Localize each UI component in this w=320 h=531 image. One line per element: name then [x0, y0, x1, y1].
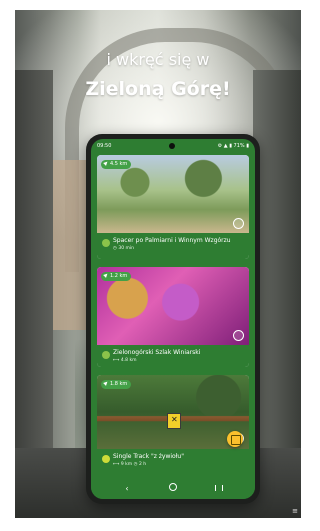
distance-badge: 1.8 km: [101, 380, 132, 389]
category-icon: [102, 351, 110, 359]
system-nav-bar: ‹: [91, 479, 255, 499]
distance-badge: 4.5 km: [101, 160, 132, 169]
route-info: Zielonogórski Szlak Winiarski ⟷ 4.8 km: [97, 345, 249, 367]
trail-sign: ✕: [167, 413, 181, 429]
route-title: Single Track "z żywiołu": [113, 453, 184, 460]
navigation-arrow-icon: [103, 160, 109, 166]
tagline-line1: i wkręć się w: [106, 50, 210, 69]
home-icon: [169, 483, 177, 491]
phone-screen: 09:50 ⚙ ▲ ▮ 71% ▮ 4.5 km Spacer po Palmi…: [91, 139, 255, 499]
distance-badge: 1.2 km: [101, 272, 132, 281]
route-title: Zielonogórski Szlak Winiarski: [113, 349, 201, 356]
back-button[interactable]: ‹: [121, 483, 133, 495]
favorite-heart-icon[interactable]: [233, 218, 244, 229]
route-card[interactable]: 1.2 km Zielonogórski Szlak Winiarski ⟷ 4…: [97, 267, 249, 367]
route-card[interactable]: 4.5 km Spacer po Palmiarni i Winnym Wzgó…: [97, 155, 249, 259]
route-title: Spacer po Palmiarni i Winnym Wzgórzu: [113, 237, 231, 244]
map-button[interactable]: [227, 431, 243, 447]
camera-hole: [169, 143, 175, 149]
recents-button[interactable]: [213, 483, 225, 495]
favorite-heart-icon[interactable]: [233, 330, 244, 341]
status-time: 09:50: [97, 143, 112, 149]
category-icon: [102, 455, 110, 463]
promo-background: i wkręć się w Zieloną Górę! 09:50 ⚙ ▲ ▮ …: [15, 10, 301, 518]
corner-brand-mark: ≡: [292, 507, 298, 515]
map-icon: [231, 435, 241, 445]
phone-mockup: 09:50 ⚙ ▲ ▮ 71% ▮ 4.5 km Spacer po Palmi…: [86, 134, 260, 504]
recents-icon: [215, 485, 223, 491]
route-length-time: ⟷ 9 km ◷ 2 h: [113, 462, 147, 467]
navigation-arrow-icon: [103, 380, 109, 386]
route-length: ⟷ 4.8 km: [113, 358, 137, 363]
route-duration: ◷ 30 min: [113, 246, 134, 251]
tagline-line2: Zieloną Górę!: [85, 78, 231, 100]
status-icons: ⚙ ▲ ▮ 71% ▮: [217, 143, 249, 149]
home-button[interactable]: [167, 483, 179, 495]
route-info: Spacer po Palmiarni i Winnym Wzgórzu ◷ 3…: [97, 233, 249, 259]
category-icon: [102, 239, 110, 247]
navigation-arrow-icon: [103, 272, 109, 278]
route-card[interactable]: ✕ 1.8 km Single Track "z żywiołu" ⟷ 9 km…: [97, 375, 249, 485]
